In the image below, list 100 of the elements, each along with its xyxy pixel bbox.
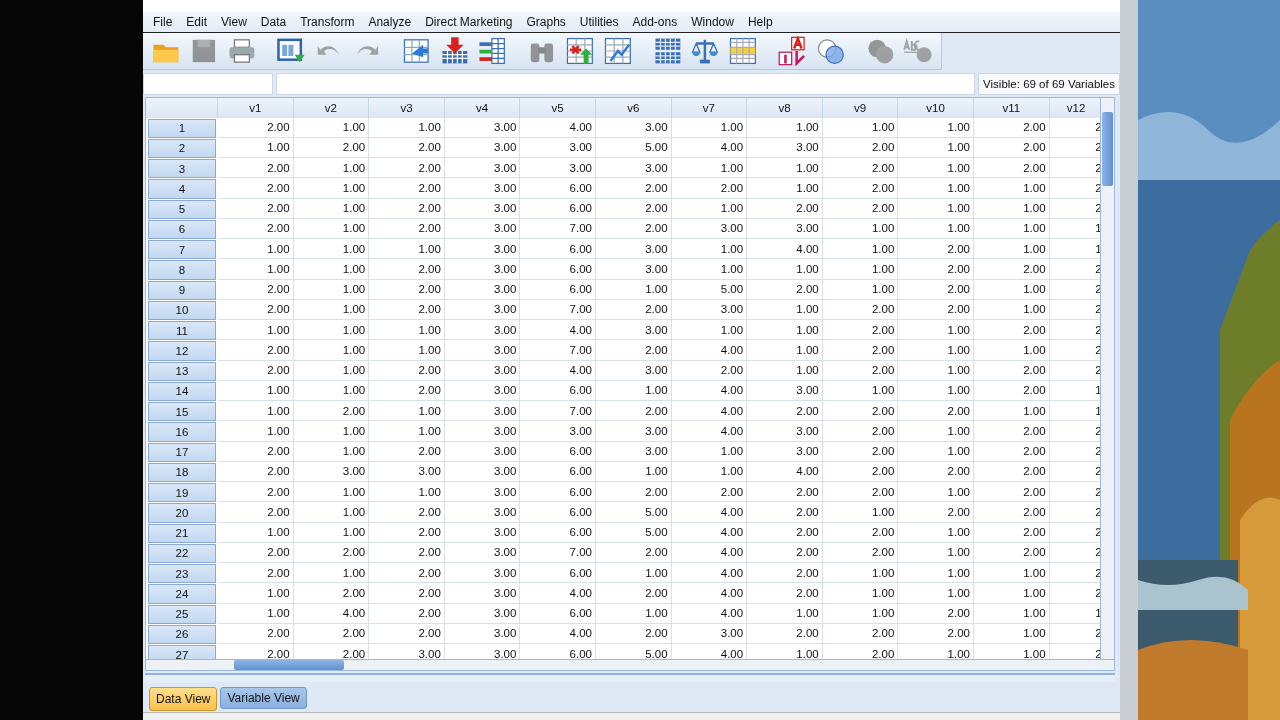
table-cell: 3.00 — [444, 259, 521, 280]
table-cell: 1.00 — [898, 542, 974, 563]
row-header[interactable]: 15 — [148, 402, 216, 422]
table-cell: 1.00 — [822, 239, 899, 260]
row-header[interactable]: 17 — [148, 442, 216, 462]
visible-variables-count: Visible: 69 of 69 Variables — [978, 73, 1120, 95]
column-header[interactable]: v10 — [898, 97, 974, 118]
table-cell: 3.00 — [444, 218, 521, 239]
table-cell: 4.00 — [671, 137, 748, 158]
row-header[interactable]: 9 — [148, 280, 216, 300]
table-cell: 2.00 — [973, 522, 1050, 543]
row-header[interactable]: 16 — [148, 422, 216, 442]
row-header[interactable]: 21 — [148, 523, 216, 543]
table-cell: 2.00 — [671, 360, 748, 381]
table-cell: 1.00 — [293, 360, 370, 381]
menu-item[interactable]: View — [216, 14, 252, 29]
menu-item[interactable]: Graphs — [521, 14, 571, 29]
table-cell: 6.00 — [520, 259, 596, 280]
menu-item[interactable]: Edit — [181, 14, 213, 29]
row-header[interactable]: 19 — [148, 483, 216, 503]
table-cell: 2.00 — [369, 623, 445, 644]
row-header[interactable]: 1 — [148, 118, 216, 138]
table-cell: 3.00 — [444, 482, 521, 503]
column-header[interactable]: v1 — [218, 97, 294, 118]
column-header[interactable]: v11 — [973, 97, 1050, 118]
horizontal-scrollbar[interactable] — [234, 659, 344, 670]
row-header[interactable]: 27 — [148, 645, 216, 659]
row-header[interactable]: 5 — [148, 199, 216, 219]
column-header[interactable]: v2 — [293, 97, 370, 118]
column-header[interactable]: v4 — [444, 97, 521, 118]
row-header[interactable]: 3 — [148, 159, 216, 179]
table-cell: 2.00 — [973, 421, 1050, 442]
column-header[interactable]: v5 — [520, 97, 596, 118]
row-header[interactable]: 20 — [148, 503, 216, 523]
table-cell: 1.00 — [293, 421, 370, 442]
menu-item[interactable]: Data — [255, 14, 292, 29]
table-cell: 1.00 — [369, 421, 445, 442]
row-header[interactable]: 18 — [148, 462, 216, 482]
table-cell: 1.00 — [369, 117, 445, 138]
menu-item[interactable]: Transform — [295, 14, 360, 29]
table-cell: 3.00 — [671, 218, 748, 239]
table-cell: 2.00 — [973, 158, 1050, 179]
row-header[interactable]: 2 — [148, 138, 216, 158]
view-tab[interactable]: Data View — [149, 687, 218, 712]
menu-item[interactable]: File — [148, 14, 178, 29]
row-header[interactable]: 7 — [148, 240, 216, 260]
highlighted-grid-icon[interactable] — [728, 36, 758, 67]
table-cell: 1.00 — [973, 218, 1050, 239]
table-cell: 1.00 — [218, 401, 294, 422]
column-header[interactable]: v7 — [671, 97, 748, 118]
table-cell: 1.00 — [369, 320, 445, 341]
table-cell: 2.00 — [595, 583, 672, 604]
table-cell: 4.00 — [520, 623, 596, 644]
row-header[interactable]: 12 — [148, 341, 216, 361]
table-cell: 2.00 — [898, 239, 974, 260]
table-cell: 1.00 — [747, 320, 823, 341]
grid-chart-icon[interactable] — [602, 36, 633, 67]
menu-item[interactable]: Window — [686, 14, 739, 29]
table-cell: 1.00 — [898, 360, 974, 381]
table-cell: 3.00 — [595, 360, 672, 381]
view-tab[interactable]: Variable View — [220, 687, 307, 710]
cell-name-field[interactable] — [143, 73, 273, 95]
column-header[interactable]: v8 — [747, 97, 823, 118]
row-header[interactable]: 23 — [148, 564, 216, 584]
column-header[interactable]: v6 — [595, 97, 672, 118]
menu-item[interactable]: Analyze — [363, 14, 417, 29]
vertical-scrollbar[interactable] — [1100, 97, 1114, 659]
row-header[interactable]: 11 — [148, 321, 216, 341]
row-header[interactable]: 14 — [148, 381, 216, 401]
cell-value-field[interactable] — [276, 73, 976, 95]
column-header[interactable]: v3 — [369, 97, 445, 118]
row-header[interactable]: 13 — [148, 361, 216, 381]
table-cell: 6.00 — [520, 178, 596, 199]
circles-icon[interactable] — [815, 36, 846, 67]
table-cell: 2.00 — [369, 441, 445, 462]
table-cell: 2.00 — [973, 320, 1050, 341]
row-header[interactable]: 6 — [148, 219, 216, 239]
row-header[interactable]: 8 — [148, 260, 216, 280]
table-cell: 2.00 — [369, 563, 445, 584]
row-header[interactable]: 24 — [148, 584, 216, 604]
letter-number-icon[interactable] — [777, 36, 808, 67]
column-header[interactable]: v9 — [822, 97, 899, 118]
bars-grid-icon[interactable] — [477, 36, 508, 67]
table-cell: 3.00 — [444, 340, 521, 361]
table-cell: 1.00 — [671, 117, 748, 138]
row-header[interactable]: 25 — [148, 604, 216, 624]
grid-star-icon[interactable] — [564, 36, 595, 67]
table-cell: 2.00 — [369, 178, 445, 199]
row-header[interactable]: 26 — [148, 624, 216, 644]
table-cell: 3.00 — [747, 218, 823, 239]
row-header[interactable]: 22 — [148, 543, 216, 563]
table-cell: 1.00 — [218, 259, 294, 280]
menu-item[interactable]: Add-ons — [627, 14, 683, 29]
row-header[interactable]: 4 — [148, 179, 216, 199]
table-cell: 1.00 — [822, 218, 899, 239]
table-cell: 1.00 — [898, 320, 974, 341]
menu-item[interactable]: Direct Marketing — [420, 14, 518, 29]
menu-item[interactable]: Help — [742, 14, 778, 29]
row-header[interactable]: 10 — [148, 300, 216, 320]
menu-item[interactable]: Utilities — [574, 14, 624, 29]
